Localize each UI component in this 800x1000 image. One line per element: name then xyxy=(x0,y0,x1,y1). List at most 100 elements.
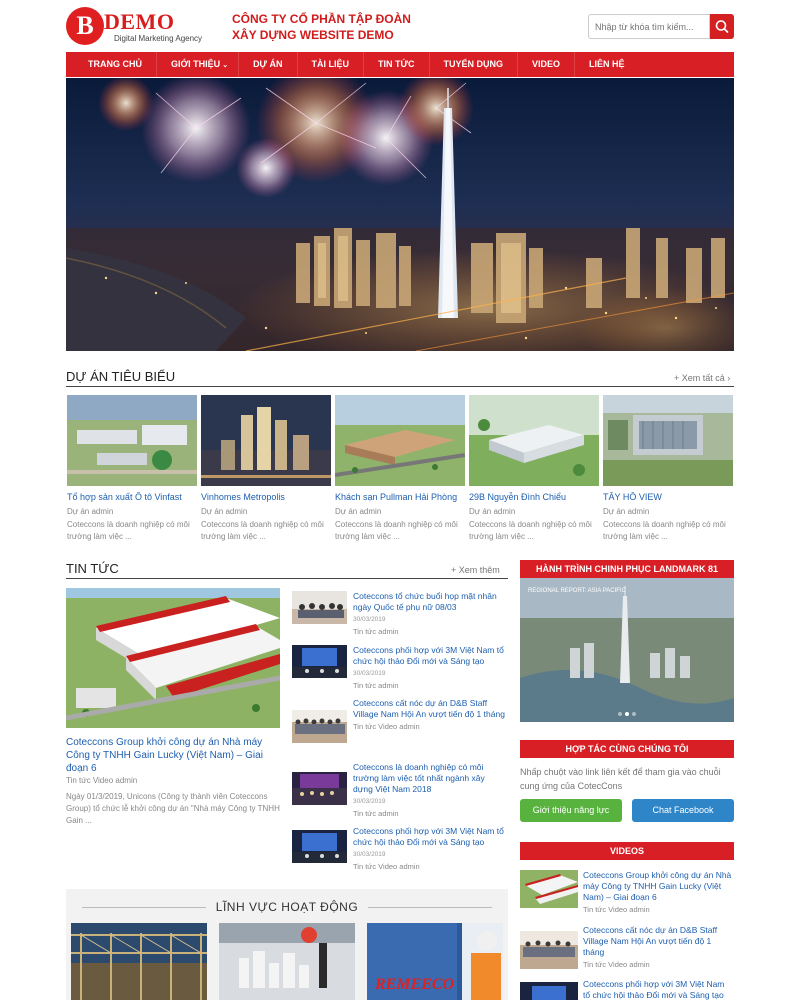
nav-item-video[interactable]: VIDEO xyxy=(518,52,576,77)
project-description: Coteccons là doanh nghiệp có môi trường … xyxy=(603,520,726,541)
nav-item-news[interactable]: TIN TỨC xyxy=(364,52,430,77)
news-title[interactable]: Coteccons phối hợp với 3M Việt Nam tổ ch… xyxy=(353,645,505,667)
search-box xyxy=(588,14,734,39)
field-card-design[interactable] xyxy=(219,923,355,1000)
logo-wordmark: DEMO xyxy=(104,9,175,34)
video-title[interactable]: Coteccons Group khởi công dự án Nhà máy … xyxy=(583,870,733,903)
news-image xyxy=(292,645,347,678)
project-image-vinfast xyxy=(67,395,197,486)
news-divider xyxy=(66,578,508,579)
search-button[interactable] xyxy=(710,14,734,39)
landmark-image[interactable]: REGIONAL REPORT: ASIA PACIFIC xyxy=(520,578,734,722)
chat-facebook-button[interactable]: Chat Facebook xyxy=(632,799,734,822)
project-card[interactable]: Tổ hợp sản xuất Ô tô Vinfast Dự án admin… xyxy=(67,395,197,543)
video-title[interactable]: Coteccons cất nóc dự án D&B Staff Villag… xyxy=(583,925,733,958)
featured-news-meta: Tin tức Video admin xyxy=(66,776,138,785)
project-image-pullman xyxy=(335,395,465,486)
featured-news-thumbnail[interactable] xyxy=(66,588,280,728)
project-card[interactable]: Khách sạn Pullman Hải Phòng Dự án admin … xyxy=(335,395,465,543)
videos-widget-title: VIDEOS xyxy=(520,842,734,860)
news-item-text: Coteccons là doanh nghiệp có môi trường … xyxy=(353,762,505,819)
video-image xyxy=(520,870,578,908)
video-list-item[interactable]: Coteccons Group khởi công dự án Nhà máy … xyxy=(520,870,734,915)
search-icon xyxy=(715,20,729,33)
project-title[interactable]: Tổ hợp sản xuất Ô tô Vinfast xyxy=(67,492,197,502)
news-list-item[interactable]: Coteccons phối hợp với 3M Việt Nam tổ ch… xyxy=(292,645,506,705)
news-list-item[interactable]: Coteccons phối hợp với 3M Việt Nam tổ ch… xyxy=(292,826,506,886)
news-image xyxy=(292,830,347,863)
nav-item-about-label: GIỚI THIỆU xyxy=(171,59,221,69)
video-thumbnail[interactable] xyxy=(520,931,578,969)
news-item-text: Coteccons cất nóc dự án D&B Staff Villag… xyxy=(353,698,505,732)
news-title[interactable]: Coteccons cất nóc dự án D&B Staff Villag… xyxy=(353,698,505,720)
project-thumbnail[interactable] xyxy=(67,395,197,486)
field-card-construction[interactable] xyxy=(71,923,207,1000)
projects-section-title: DỰ ÁN TIÊU BIỂU xyxy=(66,369,176,384)
fields-section-title: LĨNH VỰC HOẠT ĐỘNG xyxy=(66,900,508,914)
video-image xyxy=(520,982,578,1000)
chevron-down-icon: ⌄ xyxy=(222,62,229,69)
project-title[interactable]: 29B Nguyễn Đình Chiểu xyxy=(469,492,599,502)
video-list-item[interactable]: Coteccons cất nóc dự án D&B Staff Villag… xyxy=(520,925,734,970)
nav-item-contact[interactable]: LIÊN HỆ xyxy=(575,52,639,77)
projects-see-all-label: + Xem tất cả xyxy=(674,373,725,383)
news-item-text: Coteccons phối hợp với 3M Việt Nam tổ ch… xyxy=(353,645,505,691)
news-list-item[interactable]: Coteccons cất nóc dự án D&B Staff Villag… xyxy=(292,698,506,758)
fields-section-title-text: LĨNH VỰC HOẠT ĐỘNG xyxy=(205,900,369,914)
project-title[interactable]: Vinhomes Metropolis xyxy=(201,492,331,502)
nav-item-projects[interactable]: DỰ ÁN xyxy=(239,52,298,77)
project-thumbnail[interactable] xyxy=(201,395,331,486)
news-date: 30/03/2019 xyxy=(353,670,386,677)
news-thumbnail[interactable] xyxy=(292,645,347,678)
search-input[interactable] xyxy=(588,14,710,39)
news-title[interactable]: Coteccons là doanh nghiệp có môi trường … xyxy=(353,762,505,795)
project-thumbnail[interactable] xyxy=(335,395,465,486)
company-name-line-1: CÔNG TY CỔ PHẦN TẬP ĐOÀN xyxy=(232,12,411,26)
news-item-text: Coteccons phối hợp với 3M Việt Nam tổ ch… xyxy=(353,826,505,872)
news-thumbnail[interactable] xyxy=(292,710,347,743)
project-title[interactable]: TÂY HỒ VIEW xyxy=(603,492,733,502)
field-card-mep[interactable]: REMEECO xyxy=(367,923,503,1000)
company-name-line-2: XÂY DỰNG WEBSITE DEMO xyxy=(232,28,394,42)
news-list-item[interactable]: Coteccons tổ chức buổi họp mặt nhân ngày… xyxy=(292,591,506,651)
project-card[interactable]: TÂY HỒ VIEW Dự án admin Coteccons là doa… xyxy=(603,395,733,543)
nav-item-home[interactable]: TRANG CHỦ xyxy=(66,52,157,77)
project-thumbnail[interactable] xyxy=(603,395,733,486)
company-name: CÔNG TY CỔ PHẦN TẬP ĐOÀN XÂY DỰNG WEBSIT… xyxy=(232,11,472,43)
site-logo[interactable]: B DEMO Digital Marketing Agency xyxy=(66,7,216,47)
video-title[interactable]: Coteccons phối hợp với 3M Việt Nam tổ ch… xyxy=(583,979,733,1000)
capability-profile-button[interactable]: Giới thiệu năng lực xyxy=(520,799,622,822)
video-thumbnail[interactable] xyxy=(520,982,578,1000)
landmark-widget-title: HÀNH TRÌNH CHINH PHỤC LANDMARK 81 xyxy=(520,560,734,578)
project-title[interactable]: Khách sạn Pullman Hải Phòng xyxy=(335,492,465,502)
project-card[interactable]: Vinhomes Metropolis Dự án admin Coteccon… xyxy=(201,395,331,543)
project-thumbnail[interactable] xyxy=(469,395,599,486)
partner-widget-title: HỢP TÁC CÙNG CHÚNG TÔI xyxy=(520,740,734,758)
nav-item-documents[interactable]: TÀI LIỆU xyxy=(298,52,365,77)
news-list-item[interactable]: Coteccons là doanh nghiệp có môi trường … xyxy=(292,762,506,822)
news-see-more-link[interactable]: + Xem thêm xyxy=(451,565,500,575)
video-item-text: Coteccons Group khởi công dự án Nhà máy … xyxy=(583,870,733,915)
nav-item-about[interactable]: GIỚI THIỆU ⌄ xyxy=(157,52,240,77)
news-title[interactable]: Coteccons phối hợp với 3M Việt Nam tổ ch… xyxy=(353,826,505,848)
project-description: Coteccons là doanh nghiệp có môi trường … xyxy=(469,520,592,541)
hero-banner[interactable] xyxy=(66,78,734,351)
nav-item-careers[interactable]: TUYỂN DỤNG xyxy=(430,52,519,77)
hero-fireworks-city-image xyxy=(66,78,734,351)
video-list-item[interactable]: Coteccons phối hợp với 3M Việt Nam tổ ch… xyxy=(520,979,734,1000)
project-description: Coteccons là doanh nghiệp có môi trường … xyxy=(67,520,190,541)
project-card[interactable]: 29B Nguyễn Đình Chiểu Dự án admin Cotecc… xyxy=(469,395,599,543)
projects-see-all-link[interactable]: + Xem tất cả › xyxy=(674,373,730,383)
video-thumbnail[interactable] xyxy=(520,870,578,908)
news-date: 30/03/2019 xyxy=(353,851,386,858)
news-thumbnail[interactable] xyxy=(292,772,347,805)
featured-news-title[interactable]: Coteccons Group khởi công dự án Nhà máy … xyxy=(66,736,280,775)
fields-of-activity-section: LĨNH VỰC HOẠT ĐỘNG REMEECO xyxy=(66,889,508,1000)
project-image-metropolis xyxy=(201,395,331,486)
news-thumbnail[interactable] xyxy=(292,830,347,863)
news-meta: Tin tức admin xyxy=(353,681,399,690)
partner-description: Nhấp chuột vào link liên kết để tham gia… xyxy=(520,767,721,791)
news-meta: Tin tức admin xyxy=(353,809,399,818)
news-thumbnail[interactable] xyxy=(292,591,347,624)
news-title[interactable]: Coteccons tổ chức buổi họp mặt nhân ngày… xyxy=(353,591,505,613)
